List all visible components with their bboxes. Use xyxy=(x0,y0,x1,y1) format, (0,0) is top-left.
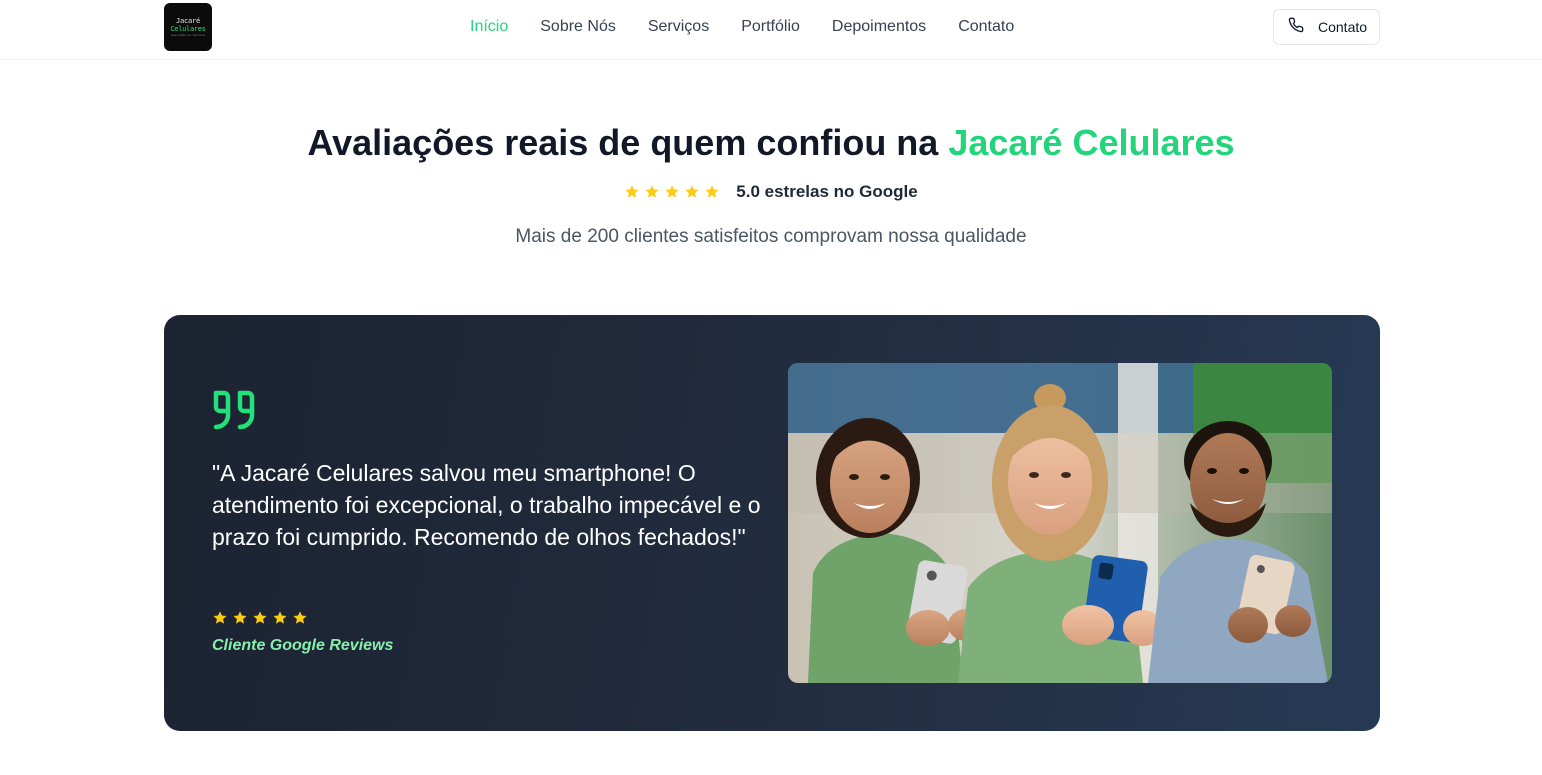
subtitle: Mais de 200 clientes satisfeitos comprov… xyxy=(515,226,1027,247)
title-accent: Jacaré Celulares xyxy=(948,122,1235,163)
testimonial-photo xyxy=(788,363,1332,683)
logo-line-1: Jacaré xyxy=(175,16,201,25)
contact-button[interactable]: Contato xyxy=(1273,9,1380,45)
logo-line-3: assistência técnica xyxy=(170,32,206,37)
star-icon xyxy=(645,185,659,198)
star-icon xyxy=(233,611,247,624)
nav-depoimentos[interactable]: Depoimentos xyxy=(832,17,926,37)
main-nav: Início Sobre Nós Serviços Portfólio Depo… xyxy=(470,17,1014,37)
star-icon xyxy=(253,611,267,624)
logo-line-2: Celulares xyxy=(170,24,206,33)
testimonial-stars xyxy=(212,610,308,626)
star-rating xyxy=(624,184,720,200)
google-rating: 5.0 estrelas no Google xyxy=(0,182,1542,202)
page-title: Avaliações reais de quem confiou na Jaca… xyxy=(0,122,1542,164)
star-icon xyxy=(625,185,639,198)
star-icon xyxy=(705,185,719,198)
phone-icon xyxy=(1288,17,1304,38)
contact-button-label: Contato xyxy=(1318,19,1368,35)
reviewer-name: Cliente Google Reviews xyxy=(212,637,394,654)
logo[interactable]: Jacaré Celulares assistência técnica xyxy=(164,3,212,51)
rating-text: 5.0 estrelas no Google xyxy=(736,182,918,201)
quote-icon xyxy=(213,390,255,430)
site-header: Jacaré Celulares assistência técnica Iní… xyxy=(0,0,1542,60)
star-icon xyxy=(273,611,287,624)
star-icon xyxy=(213,611,227,624)
nav-sobre-nos[interactable]: Sobre Nós xyxy=(540,17,616,37)
star-icon xyxy=(293,611,307,624)
nav-inicio[interactable]: Início xyxy=(470,17,508,37)
nav-servicos[interactable]: Serviços xyxy=(648,17,709,37)
title-prefix: Avaliações reais de quem confiou na xyxy=(307,122,949,163)
testimonial-text: "A Jacaré Celulares salvou meu smartphon… xyxy=(212,460,761,550)
star-icon xyxy=(665,185,679,198)
testimonial-card: "A Jacaré Celulares salvou meu smartphon… xyxy=(164,315,1380,731)
nav-contato[interactable]: Contato xyxy=(958,17,1014,37)
star-icon xyxy=(685,185,699,198)
nav-portfolio[interactable]: Portfólio xyxy=(741,17,800,37)
